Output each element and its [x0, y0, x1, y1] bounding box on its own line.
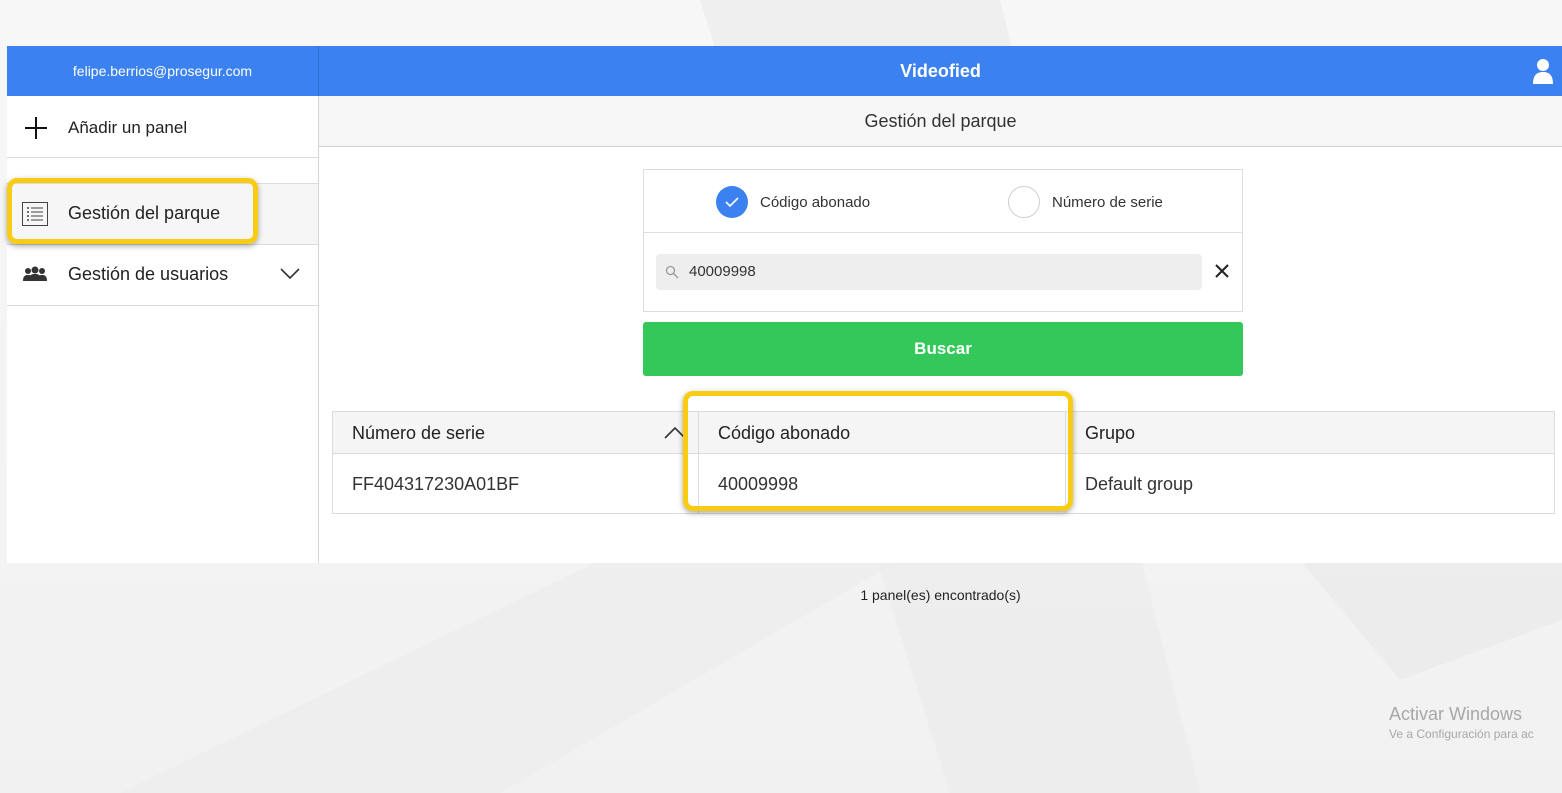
column-header-label: Código abonado: [718, 423, 851, 443]
list-icon: [22, 202, 48, 226]
column-header-serial-number[interactable]: Número de serie: [333, 412, 699, 453]
column-header-subscriber-code[interactable]: Código abonado: [699, 412, 1066, 453]
subscriber-code-value: 40009998: [718, 474, 799, 494]
windows-activation-watermark: Activar Windows Ve a Configuración para …: [1389, 704, 1534, 741]
add-panel-button[interactable]: Añadir un panel: [7, 96, 318, 158]
sort-ascending-icon[interactable]: [664, 426, 686, 440]
user-email: felipe.berrios@prosegur.com: [7, 46, 319, 96]
radio-subscriber-code-label[interactable]: Código abonado: [760, 194, 870, 211]
top-bar: felipe.berrios@prosegur.com Videofied: [7, 46, 1562, 96]
page-title: Gestión del parque: [319, 96, 1562, 147]
add-panel-label: Añadir un panel: [68, 118, 188, 137]
column-header-label: Grupo: [1085, 423, 1136, 443]
search-input-value: 40009998: [689, 263, 756, 280]
check-icon: [725, 197, 739, 208]
main-content: Gestión del parque Código abonado Número…: [319, 96, 1562, 603]
users-icon: [23, 266, 47, 281]
column-header-group[interactable]: Grupo: [1066, 412, 1554, 453]
table-cell: FF404317230A01BF: [333, 454, 699, 513]
search-input[interactable]: 40009998: [656, 254, 1202, 290]
sidebar-item-label: Gestión del parque: [68, 203, 221, 223]
close-icon[interactable]: [1214, 263, 1230, 279]
watermark-title: Activar Windows: [1389, 704, 1523, 724]
sidebar: Añadir un panel Gestión del parque Gesti…: [7, 96, 319, 563]
sidebar-item-label: Gestión de usuarios: [68, 264, 229, 284]
sidebar-item-fleet-management[interactable]: Gestión del parque: [7, 184, 318, 245]
column-header-label: Número de serie: [352, 423, 486, 443]
table-row[interactable]: FF404317230A01BF 40009998 Default group: [333, 454, 1554, 513]
radio-serial-number[interactable]: [1008, 186, 1040, 218]
serial-number-value: FF404317230A01BF: [352, 474, 520, 494]
table-cell: 40009998: [699, 454, 1066, 513]
watermark-subtitle: Ve a Configuración para ac: [1389, 727, 1534, 741]
table-header: Número de serie Código abonado Grupo: [333, 412, 1554, 454]
app-title: Videofied: [900, 61, 981, 81]
table-cell: Default group: [1066, 454, 1554, 513]
search-input-row: 40009998: [644, 233, 1242, 311]
application-window: felipe.berrios@prosegur.com Videofied Añ…: [7, 46, 1562, 603]
search-button[interactable]: Buscar: [643, 322, 1243, 376]
sidebar-item-user-management[interactable]: Gestión de usuarios: [7, 245, 318, 306]
user-icon[interactable]: [1532, 58, 1554, 84]
plus-icon: [25, 117, 47, 139]
search-mode-selector: Código abonado Número de serie: [644, 170, 1242, 233]
sidebar-divider: [7, 158, 318, 184]
result-count: 1 panel(es) encontrado(s): [860, 587, 1021, 603]
radio-serial-number-label[interactable]: Número de serie: [1052, 194, 1163, 211]
chevron-down-icon[interactable]: [280, 267, 300, 281]
radio-subscriber-code[interactable]: [716, 186, 748, 218]
results-table: Número de serie Código abonado Grupo FF4…: [332, 411, 1555, 514]
search-panel: Código abonado Número de serie 40009998: [643, 169, 1243, 312]
search-icon: [665, 265, 679, 279]
group-value: Default group: [1085, 474, 1194, 494]
